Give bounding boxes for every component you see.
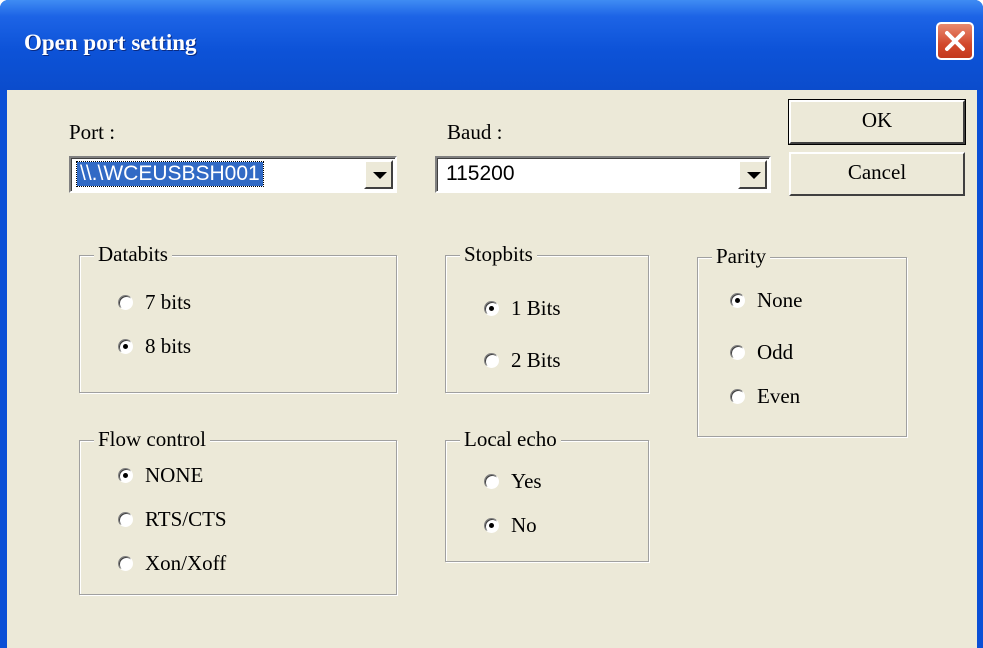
local-echo-group: Local echo Yes No — [445, 427, 649, 562]
radio-off-icon — [118, 512, 133, 527]
close-button[interactable] — [936, 22, 974, 60]
port-dropdown-button[interactable] — [364, 160, 393, 189]
stopbits-legend: Stopbits — [460, 242, 537, 267]
port-combobox[interactable]: \\.\WCEUSBSH001 — [69, 156, 397, 193]
parity-option-label: Even — [757, 384, 801, 408]
radio-on-icon — [118, 468, 133, 483]
flow-option-rts-cts[interactable]: RTS/CTS — [118, 507, 227, 532]
flow-option-label: RTS/CTS — [145, 507, 227, 531]
port-value: \\.\WCEUSBSH001 — [76, 161, 264, 187]
echo-option-label: Yes — [511, 469, 542, 493]
port-label: Port : — [69, 120, 116, 144]
title-bar[interactable]: Open port setting — [0, 0, 983, 90]
parity-option-label: Odd — [757, 340, 794, 364]
flow-option-none[interactable]: NONE — [118, 463, 203, 488]
databits-option-8[interactable]: 8 bits — [118, 334, 191, 359]
flow-control-legend: Flow control — [94, 427, 210, 452]
ok-button-label: OK — [861, 108, 893, 132]
parity-option-none[interactable]: None — [730, 288, 803, 313]
local-echo-legend: Local echo — [460, 427, 561, 452]
databits-option-label: 8 bits — [145, 334, 192, 358]
radio-on-icon — [730, 293, 745, 308]
databits-legend: Databits — [94, 242, 172, 267]
databits-option-7[interactable]: 7 bits — [118, 290, 191, 315]
radio-off-icon — [118, 295, 133, 310]
stopbits-option-2[interactable]: 2 Bits — [484, 348, 561, 373]
flow-option-xon-xoff[interactable]: Xon/Xoff — [118, 551, 226, 576]
radio-on-icon — [484, 518, 499, 533]
ok-button[interactable]: OK — [788, 99, 966, 145]
databits-option-label: 7 bits — [145, 290, 192, 314]
parity-legend: Parity — [712, 244, 771, 269]
echo-option-label: No — [511, 513, 537, 537]
parity-group: Parity None Odd Even — [697, 244, 907, 437]
stopbits-option-label: 1 Bits — [511, 296, 561, 320]
parity-option-odd[interactable]: Odd — [730, 340, 793, 365]
dialog-client-area: Port : \\.\WCEUSBSH001 Baud : 115200 OK … — [7, 90, 977, 648]
stopbits-option-1[interactable]: 1 Bits — [484, 296, 561, 321]
close-icon — [945, 31, 965, 51]
databits-group: Databits 7 bits 8 bits — [79, 242, 397, 393]
parity-option-even[interactable]: Even — [730, 384, 800, 409]
radio-on-icon — [118, 339, 133, 354]
radio-on-icon — [484, 301, 499, 316]
flow-option-label: NONE — [145, 463, 204, 487]
echo-option-no[interactable]: No — [484, 513, 537, 538]
baud-label: Baud : — [447, 120, 503, 144]
baud-value: 115200 — [446, 162, 515, 185]
window-title: Open port setting — [24, 30, 197, 55]
cancel-button[interactable]: Cancel — [789, 152, 965, 196]
radio-off-icon — [484, 474, 499, 489]
echo-option-yes[interactable]: Yes — [484, 469, 542, 494]
parity-option-label: None — [757, 288, 803, 312]
dialog-window: Open port setting Port : \\.\WCEUSBSH001… — [0, 0, 983, 648]
radio-off-icon — [484, 353, 499, 368]
baud-combobox[interactable]: 115200 — [435, 156, 771, 193]
baud-dropdown-button[interactable] — [738, 160, 767, 189]
stopbits-group: Stopbits 1 Bits 2 Bits — [445, 242, 649, 393]
radio-off-icon — [730, 345, 745, 360]
radio-off-icon — [118, 556, 133, 571]
flow-option-label: Xon/Xoff — [145, 551, 227, 575]
radio-off-icon — [730, 389, 745, 404]
flow-control-group: Flow control NONE RTS/CTS Xon/Xoff — [79, 427, 397, 595]
stopbits-option-label: 2 Bits — [511, 348, 561, 372]
cancel-button-label: Cancel — [847, 160, 907, 184]
